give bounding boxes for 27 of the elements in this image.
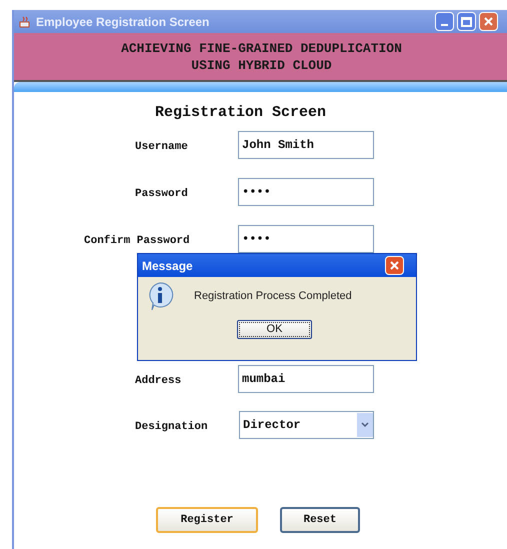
- field-label: Confirm Password: [84, 234, 190, 249]
- text-field[interactable]: mumbai: [238, 365, 374, 393]
- window-title: Employee Registration Screen: [36, 14, 210, 30]
- maximize-button[interactable]: [457, 12, 476, 31]
- close-button[interactable]: [385, 256, 404, 275]
- text-field[interactable]: ••••: [238, 178, 374, 206]
- minimize-button[interactable]: [435, 12, 454, 31]
- form-heading: Registration Screen: [155, 103, 326, 123]
- ok-button[interactable]: OK: [237, 320, 312, 339]
- close-icon: [390, 261, 399, 270]
- text-field[interactable]: ••••: [238, 225, 374, 253]
- dialog-message: Registration Process Completed: [194, 288, 352, 304]
- dialog-title: Message: [142, 258, 193, 274]
- field-label: Designation: [135, 420, 208, 435]
- java-cup-icon: [18, 14, 32, 28]
- close-button[interactable]: [479, 12, 498, 31]
- field-label: Address: [135, 374, 182, 389]
- designation-dropdown[interactable]: Director: [239, 411, 374, 439]
- register-button[interactable]: Register: [156, 507, 258, 533]
- chevron-down-icon: [357, 413, 373, 437]
- reset-button[interactable]: Reset: [280, 507, 360, 533]
- field-label: Username: [135, 140, 188, 155]
- banner-text: USING HYBRID CLOUD: [191, 56, 332, 74]
- text-field[interactable]: John Smith: [238, 131, 374, 159]
- banner-text: ACHIEVING FINE-GRAINED DEDUPLICATION: [121, 40, 402, 56]
- close-icon: [484, 17, 493, 26]
- field-label: Password: [135, 187, 188, 202]
